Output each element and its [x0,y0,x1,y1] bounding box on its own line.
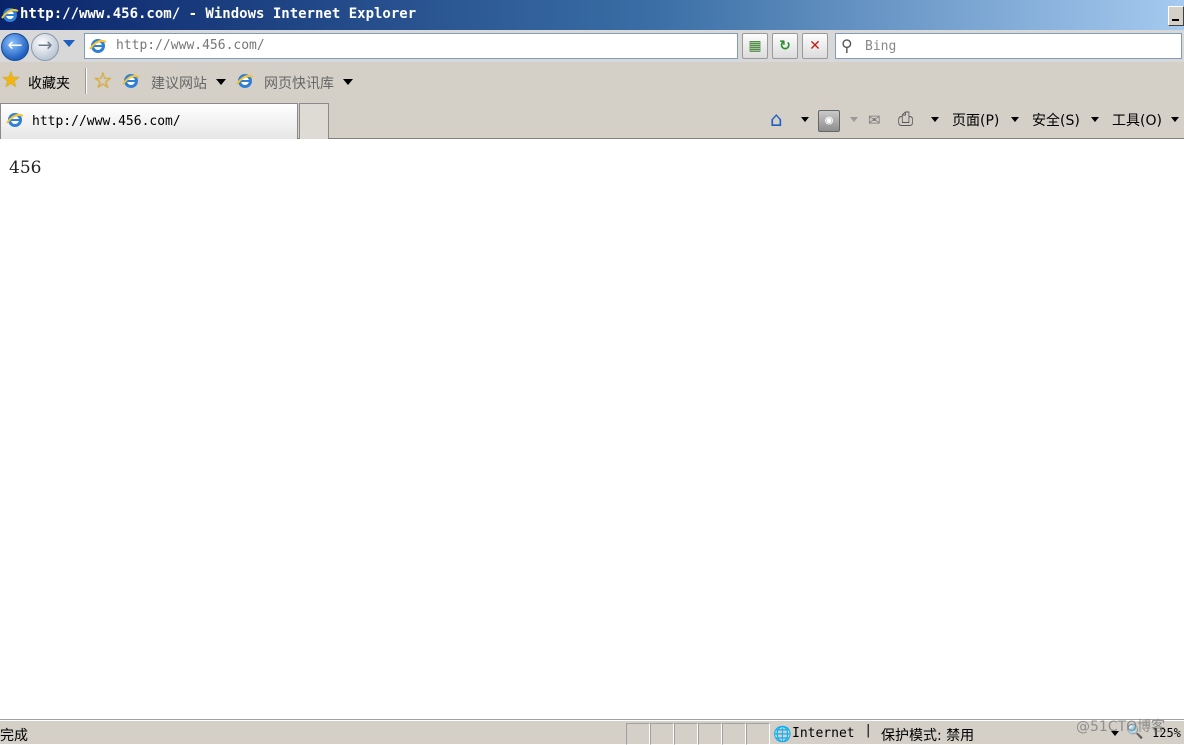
ie-page-icon [6,113,24,127]
address-input[interactable]: http://www.456.com/ [84,33,820,59]
new-tab-button[interactable] [299,103,329,139]
status-panel [650,723,674,745]
refresh-button[interactable]: ↻ [772,33,798,59]
chevron-down-icon[interactable] [343,79,353,85]
protected-mode-label[interactable]: 保护模式: 禁用 [881,725,974,745]
chevron-down-icon[interactable] [801,117,809,122]
status-panel [698,723,722,745]
ie-page-icon [122,74,140,88]
window-title: http://www.456.com/ - Windows Internet E… [20,6,417,22]
status-text: 完成 [0,728,28,744]
status-panel [746,723,770,745]
safety-menu[interactable]: 安全(S) [1032,110,1080,130]
ie-page-icon [89,39,107,53]
search-input[interactable]: ⚲ Bing [835,33,1182,59]
back-button[interactable]: ← [1,33,29,61]
page-body-text: 456 [9,158,42,178]
tab-label: http://www.456.com/ [32,114,181,129]
status-panel [626,723,650,745]
magnifier-icon[interactable]: ⚲ [841,36,853,55]
back-arrow-icon: ← [7,35,23,56]
home-icon[interactable]: ⌂ [770,107,783,131]
recent-pages-dropdown-icon[interactable] [63,40,75,47]
chevron-down-icon[interactable] [1011,117,1019,122]
stop-button[interactable]: ✕ [802,33,828,59]
address-toolbar: ← → http://www.456.com/ ▦ ↻ ✕ ⚲ Bing [0,30,1184,62]
globe-icon: 🌐 [773,725,792,743]
title-bar: http://www.456.com/ - Windows Internet E… [0,0,1184,30]
chevron-down-icon[interactable] [1171,117,1179,122]
search-placeholder: Bing [865,39,897,54]
tools-menu[interactable]: 工具(O) [1112,110,1162,130]
status-panel [674,723,698,745]
favorites-bar: ★ 收藏夹 ☆ 建议网站 网页快讯库 [0,62,1184,100]
suggested-sites-link[interactable]: 建议网站 [151,73,207,93]
minimize-button[interactable] [1168,6,1184,26]
zone-label[interactable]: Internet [792,726,855,741]
ie-page-icon [236,74,254,88]
tab-bar: http://www.456.com/ ⌂ ◉ ✉ ⎙ 页面(P) 安全(S) … [0,100,1184,139]
status-bar: 完成 🌐 Internet | 保护模式: 禁用 🔍 125% [0,720,1184,745]
star-icon[interactable]: ★ [1,68,21,93]
tab-active[interactable]: http://www.456.com/ [0,103,298,139]
chevron-down-icon[interactable] [850,117,858,122]
favorites-button[interactable]: 收藏夹 [28,73,70,93]
rss-feed-icon[interactable]: ◉ [818,110,840,132]
address-url: http://www.456.com/ [116,38,265,53]
printer-icon[interactable]: ⎙ [898,108,913,130]
status-panel [722,723,746,745]
page-content: 456 [0,139,1184,719]
chevron-down-icon[interactable] [1091,117,1099,122]
chevron-down-icon[interactable] [216,79,226,85]
compatibility-view-button[interactable]: ▦ [742,33,768,59]
refresh-icon: ↻ [779,38,791,54]
chevron-down-icon[interactable] [931,117,939,122]
favorites-divider [85,68,87,94]
forward-button[interactable]: → [31,33,59,61]
stop-icon: ✕ [809,38,821,54]
forward-arrow-icon: → [37,35,53,56]
zone-separator: | [866,723,871,738]
mail-icon[interactable]: ✉ [868,111,881,129]
add-favorite-icon[interactable]: ☆ [93,69,113,94]
ie-logo-icon [1,8,19,22]
watermark: @51CTO博客 [1076,719,1166,735]
web-slice-gallery-link[interactable]: 网页快讯库 [264,73,334,93]
page-menu[interactable]: 页面(P) [952,110,999,130]
